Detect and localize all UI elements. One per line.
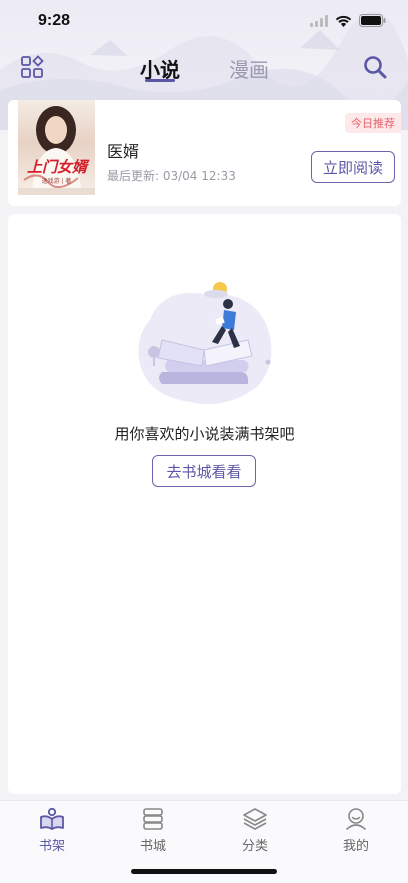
bookshelf-panel: 用你喜欢的小说装满书架吧 去书城看看 [8, 214, 401, 794]
home-indicator [131, 869, 277, 874]
cover-title: 上门女婿 [26, 158, 87, 176]
recommendation-card[interactable]: 上门女婿 逸戏游 | 著 今日推荐 医婿 最后更新: 03/04 12:33 立… [8, 100, 401, 206]
wifi-icon [335, 15, 352, 27]
book-title[interactable]: 医婿 [107, 138, 139, 162]
tabbar-label-category: 分类 [241, 839, 268, 854]
tabbar-label-profile: 我的 [342, 839, 369, 854]
status-time: 9:28 [38, 12, 71, 29]
today-recommend-badge: 今日推荐 [345, 113, 401, 133]
cover-author: 逸戏游 | 著 [41, 178, 72, 185]
apps-grid-icon[interactable] [20, 55, 44, 79]
tabbar-item-profile[interactable]: 我的 [316, 807, 396, 854]
read-now-button[interactable]: 立即阅读 [311, 151, 395, 183]
last-update-label: 最后更新: [107, 169, 163, 183]
search-icon[interactable] [362, 54, 388, 80]
bookstore-icon [143, 808, 163, 830]
last-update-time: 03/04 12:33 [162, 169, 236, 183]
status-bar: 9:28 [0, 0, 408, 44]
category-icon [243, 808, 267, 830]
book-cover[interactable]: 上门女婿 逸戏游 | 著 [18, 100, 95, 195]
bookshelf-icon [40, 807, 64, 830]
active-tab-indicator [145, 79, 175, 82]
goto-bookstore-button[interactable]: 去书城看看 [152, 455, 256, 487]
empty-shelf-illustration-icon [138, 282, 272, 404]
battery-icon [359, 14, 386, 27]
empty-shelf-message: 用你喜欢的小说装满书架吧 [114, 425, 295, 443]
signal-icon [310, 14, 328, 27]
tabbar-label-bookstore: 书城 [139, 839, 166, 854]
status-icons [310, 14, 386, 27]
profile-icon [346, 808, 366, 830]
tabbar-item-bookshelf[interactable]: 书架 [12, 807, 92, 854]
tabbar-item-category[interactable]: 分类 [215, 807, 295, 854]
tabbar-item-bookstore[interactable]: 书城 [113, 807, 193, 854]
tab-comic[interactable]: 漫画 [229, 54, 269, 83]
tabbar-label-bookshelf: 书架 [38, 839, 65, 854]
top-navigation: 小说 漫画 [0, 44, 408, 92]
last-update: 最后更新: 03/04 12:33 [107, 167, 236, 184]
